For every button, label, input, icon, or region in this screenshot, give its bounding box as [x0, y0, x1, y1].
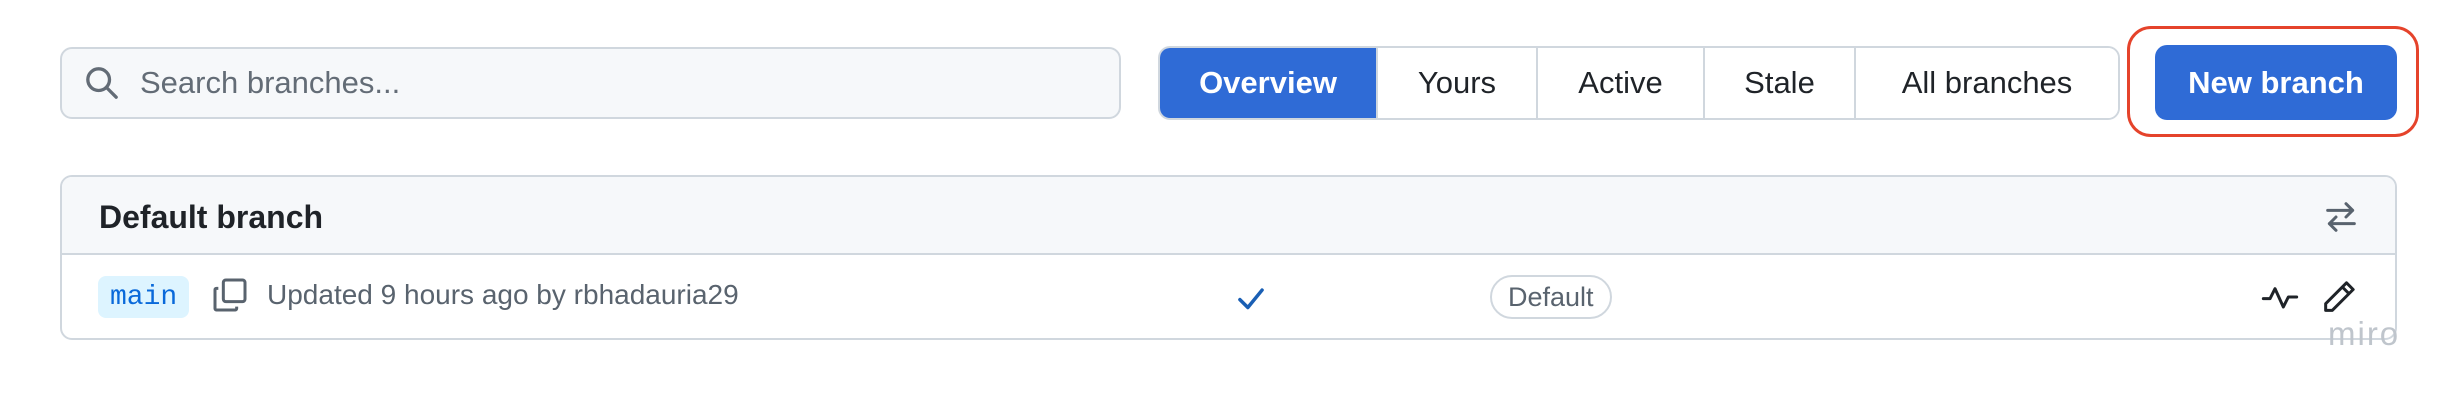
tab-stale[interactable]: Stale	[1705, 48, 1856, 118]
copy-icon[interactable]	[210, 275, 250, 315]
tab-yours[interactable]: Yours	[1378, 48, 1538, 118]
branch-updated-text: Updated 9 hours ago by rbhadauria29	[267, 279, 739, 311]
branches-page: Overview Yours Active Stale All branches…	[0, 0, 2462, 406]
search-box[interactable]	[60, 47, 1121, 119]
activity-icon[interactable]	[2260, 277, 2300, 317]
tab-overview[interactable]: Overview	[1160, 48, 1378, 118]
search-input[interactable]	[140, 53, 1040, 113]
check-icon	[1238, 288, 1264, 310]
miro-watermark: miro	[2328, 315, 2401, 352]
tab-all-branches[interactable]: All branches	[1856, 48, 2118, 118]
section-title: Default branch	[99, 199, 324, 235]
branch-row: main Updated 9 hours ago by rbhadauria29…	[62, 255, 2395, 338]
new-branch-button[interactable]: New branch	[2155, 45, 2397, 120]
default-badge: Default	[1490, 275, 1612, 319]
author-link[interactable]: rbhadauria29	[574, 279, 739, 310]
search-icon	[86, 67, 118, 99]
default-branch-header: Default branch	[62, 177, 2395, 255]
branch-filter-tabs: Overview Yours Active Stale All branches	[1158, 46, 2120, 120]
tab-active[interactable]: Active	[1538, 48, 1705, 118]
pencil-icon[interactable]	[2319, 277, 2359, 317]
swap-icon[interactable]	[2321, 197, 2361, 237]
default-branch-box: Default branch main Updated 9 hours ago …	[60, 175, 2397, 340]
branch-name-link[interactable]: main	[98, 276, 190, 318]
updated-prefix: Updated 9 hours ago by	[267, 279, 566, 310]
